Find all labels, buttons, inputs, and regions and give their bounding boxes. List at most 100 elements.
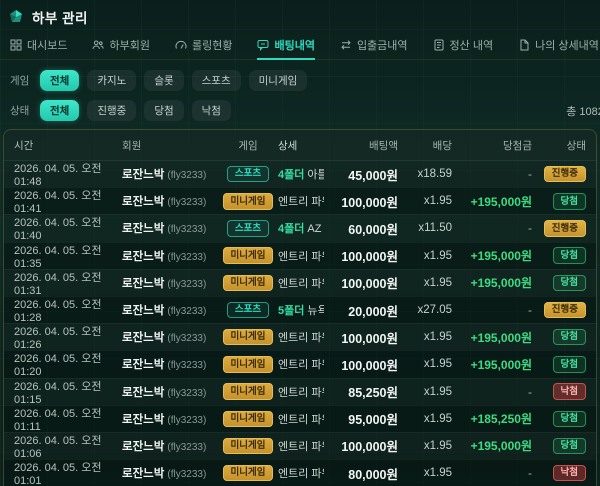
- status-badge: 당첨: [553, 438, 586, 455]
- detail-text: 엔트리 파워볼: [278, 387, 324, 399]
- gauge-icon: [175, 39, 187, 51]
- nav-item-4[interactable]: 입출금내역: [340, 31, 408, 60]
- col-odds: 배당: [404, 138, 452, 153]
- game-badge: 미니게임: [223, 193, 274, 210]
- row-time: 2026. 04. 05. 오전 01:28: [14, 296, 116, 324]
- game-badge: 미니게임: [223, 411, 274, 428]
- member-name: 로잔느박: [122, 196, 164, 208]
- odds-value: x1.95: [404, 250, 452, 262]
- main-nav: 대시보드 하부회원 롤링현황 배팅내역 입출금내역 정산 내역 나의 상세내역: [0, 31, 600, 60]
- row-time: 2026. 04. 05. 오전 01:11: [14, 405, 116, 433]
- member-name: 로잔느박: [122, 359, 164, 371]
- app-logo-icon: [8, 9, 24, 25]
- odds-value: x1.95: [404, 386, 452, 398]
- filter-pill-스포츠[interactable]: 스포츠: [192, 70, 241, 91]
- row-time: 2026. 04. 05. 오전 01:41: [14, 187, 116, 215]
- bet-amount: 20,000원: [330, 301, 398, 320]
- member-name: 로잔느박: [122, 251, 164, 263]
- member-name: 로잔느박: [122, 468, 164, 480]
- member-id: (fly3233): [167, 360, 206, 371]
- nav-item-0[interactable]: 대시보드: [10, 31, 67, 60]
- member-name: 로잔느박: [122, 278, 164, 290]
- col-game: 게임: [224, 138, 272, 153]
- filter-section: 게임 전체카지노슬롯스포츠미니게임 상태 전체진행중당첨낙첨 총 1082건: [0, 60, 600, 129]
- detail-text: 엔트리 파워볼: [278, 196, 324, 208]
- status-badge: 당첨: [553, 193, 586, 210]
- filter-pill-미니게임[interactable]: 미니게임: [249, 70, 308, 91]
- bet-amount: 60,000원: [330, 219, 398, 238]
- row-time: 2026. 04. 05. 오전 01:48: [14, 160, 116, 188]
- win-amount: -: [458, 466, 532, 480]
- detail-text: 엔트리 파워볼: [278, 414, 324, 426]
- game-badge: 미니게임: [223, 275, 274, 292]
- document-icon: [518, 39, 530, 51]
- table-row: 2026. 04. 05. 오전 01:28 로잔느박 (fly3233) 스포…: [4, 296, 596, 323]
- win-amount: -: [458, 303, 532, 317]
- dashboard-icon: [10, 39, 22, 51]
- member-id: (fly3233): [167, 197, 206, 208]
- status-badge: 당첨: [553, 356, 586, 373]
- table-row: 2026. 04. 05. 오전 01:06 로잔느박 (fly3233) 미니…: [4, 432, 596, 459]
- status-badge: 낙첨: [553, 383, 586, 400]
- game-badge: 미니게임: [223, 247, 274, 264]
- odds-value: x11.50: [404, 222, 452, 234]
- nav-item-3[interactable]: 배팅내역: [257, 31, 314, 60]
- detail-folder-tag: 4폴더: [278, 169, 304, 181]
- game-badge: 스포츠: [227, 220, 269, 237]
- bet-amount: 100,000원: [330, 328, 398, 347]
- nav-item-6[interactable]: 나의 상세내역: [518, 31, 599, 60]
- odds-value: x1.95: [404, 277, 452, 289]
- users-icon: [92, 39, 104, 51]
- nav-item-1[interactable]: 하부회원: [92, 31, 149, 60]
- win-amount: +195,000원: [458, 329, 532, 346]
- filter-pill-당첨[interactable]: 당첨: [144, 100, 183, 121]
- table-row: 2026. 04. 05. 오전 01:41 로잔느박 (fly3233) 미니…: [4, 187, 596, 214]
- detail-text: 엔트리 파워볼: [278, 332, 324, 344]
- col-detail: 상세: [278, 138, 324, 153]
- member-name: 로잔느박: [122, 441, 164, 453]
- filter-pill-전체[interactable]: 전체: [40, 70, 79, 91]
- filter-pill-진행중[interactable]: 진행중: [87, 100, 136, 121]
- status-badge: 당첨: [553, 275, 586, 292]
- win-amount: -: [458, 221, 532, 235]
- game-badge: 스포츠: [227, 166, 269, 183]
- game-filter-label: 게임: [10, 73, 32, 88]
- member-id: (fly3233): [167, 442, 206, 453]
- table-row: 2026. 04. 05. 오전 01:11 로잔느박 (fly3233) 미니…: [4, 405, 596, 432]
- nav-item-5[interactable]: 정산 내역: [433, 31, 494, 60]
- row-time: 2026. 04. 05. 오전 01:06: [14, 432, 116, 460]
- row-time: 2026. 04. 05. 오전 01:26: [14, 323, 116, 351]
- filter-pill-낙첨[interactable]: 낙첨: [192, 100, 231, 121]
- member-id: (fly3233): [167, 415, 206, 426]
- top-bar: 하부 관리: [0, 0, 600, 31]
- odds-value: x18.59: [404, 168, 452, 180]
- game-badge: 미니게임: [223, 383, 274, 400]
- status-badge: 낙첨: [553, 465, 586, 482]
- row-time: 2026. 04. 05. 오전 01:15: [14, 378, 116, 406]
- filter-pill-카지노[interactable]: 카지노: [87, 70, 136, 91]
- status-badge: 진행중: [544, 220, 586, 237]
- status-badge: 당첨: [553, 411, 586, 428]
- table-row: 2026. 04. 05. 오전 01:40 로잔느박 (fly3233) 스포…: [4, 214, 596, 241]
- row-time: 2026. 04. 05. 오전 01:20: [14, 350, 116, 378]
- game-badge: 미니게임: [223, 356, 274, 373]
- betting-history-table: 시간 회원 게임 상세 배팅액 배당 당첨금 상태 2026. 04. 05. …: [3, 129, 597, 486]
- filter-pill-슬롯[interactable]: 슬롯: [144, 70, 183, 91]
- filter-pill-전체[interactable]: 전체: [40, 100, 79, 121]
- row-time: 2026. 04. 05. 오전 01:01: [14, 459, 116, 486]
- col-member: 회원: [122, 138, 218, 153]
- bet-amount: 95,000원: [330, 409, 398, 428]
- member-id: (fly3233): [167, 252, 206, 263]
- total-count: 총 1082건: [566, 103, 600, 119]
- member-id: (fly3233): [167, 306, 206, 317]
- member-id: (fly3233): [167, 279, 206, 290]
- odds-value: x1.95: [404, 195, 452, 207]
- game-badge: 미니게임: [223, 329, 274, 346]
- table-row: 2026. 04. 05. 오전 01:31 로잔느박 (fly3233) 미니…: [4, 269, 596, 296]
- row-time: 2026. 04. 05. 오전 01:40: [14, 214, 116, 242]
- nav-item-2[interactable]: 롤링현황: [175, 31, 232, 60]
- detail-text: 엔트리 파워볼: [278, 441, 324, 453]
- member-id: (fly3233): [167, 333, 206, 344]
- table-row: 2026. 04. 05. 오전 01:20 로잔느박 (fly3233) 미니…: [4, 350, 596, 377]
- bet-amount: 100,000원: [330, 355, 398, 374]
